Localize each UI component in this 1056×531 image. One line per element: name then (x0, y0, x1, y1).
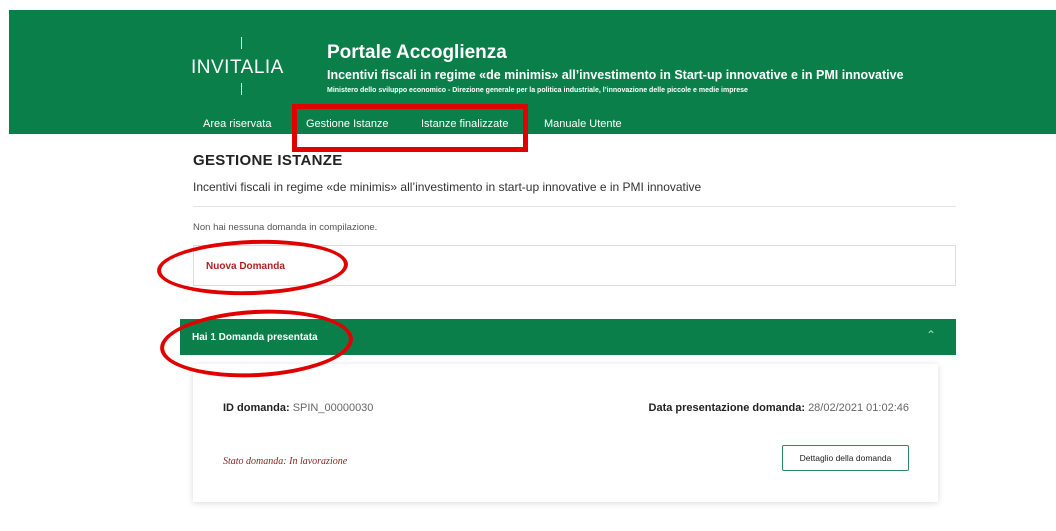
submission-date-value: 28/02/2021 01:02:46 (808, 402, 909, 414)
application-card: ID domanda: SPIN_00000030 Data presentaz… (193, 364, 938, 502)
nav-manuale-utente[interactable]: Manuale Utente (544, 118, 622, 130)
nav-area-riservata[interactable]: Area riservata (203, 118, 271, 130)
submission-date: Data presentazione domanda: 28/02/2021 0… (649, 402, 909, 414)
application-id-label: ID domanda: (223, 402, 290, 414)
section-divider (193, 206, 956, 207)
application-detail-button[interactable]: Dettaglio della domanda (782, 445, 909, 471)
application-status: Stato domanda: In lavorazione (223, 456, 348, 467)
annotation-ellipse-new-application (156, 236, 349, 299)
chevron-up-icon[interactable]: ⌃ (926, 328, 936, 342)
portal-title: Portale Accoglienza (327, 42, 507, 63)
annotation-rectangle (292, 104, 528, 152)
logo-divider-bottom (241, 83, 242, 95)
portal-subtitle: Incentivi fiscali in regime «de minimis»… (327, 68, 904, 82)
submission-date-label: Data presentazione domanda: (648, 402, 805, 414)
page-subtitle: Incentivi fiscali in regime «de minimis»… (193, 180, 702, 194)
application-id-value: SPIN_00000030 (292, 402, 374, 414)
logo-divider-top (241, 37, 242, 49)
no-draft-message: Non hai nessuna domanda in compilazione. (193, 222, 378, 233)
application-id: ID domanda: SPIN_00000030 (223, 402, 373, 414)
portal-ministry: Ministero dello sviluppo economico - Dir… (327, 87, 748, 94)
invitalia-logo[interactable]: INVITALIA (191, 36, 301, 96)
page-title: GESTIONE ISTANZE (193, 152, 343, 169)
logo-text: INVITALIA (191, 57, 284, 78)
